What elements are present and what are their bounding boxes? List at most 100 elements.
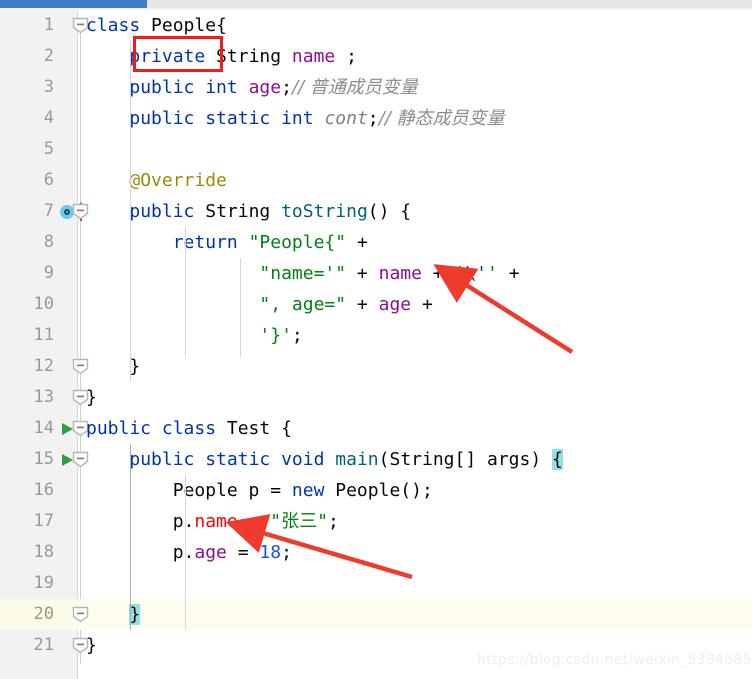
code-token: "name='" — [259, 263, 347, 284]
editor-line[interactable]: 2 private String name ; — [0, 41, 752, 72]
editor-line[interactable]: 20 } — [0, 599, 752, 630]
line-number: 20 — [33, 604, 54, 624]
code-line-text[interactable]: } — [86, 382, 97, 413]
editor-line[interactable]: 13} — [0, 382, 752, 413]
code-token: People p = — [86, 480, 292, 501]
editor-line[interactable]: 9 "name='" + name + '\'' + — [0, 258, 752, 289]
code-line-text[interactable]: } — [86, 630, 97, 661]
code-token: + — [421, 263, 455, 284]
code-token: } — [86, 356, 141, 377]
editor-line[interactable]: 12 } — [0, 351, 752, 382]
code-line-text[interactable]: '}'; — [86, 320, 303, 351]
code-token: ; — [281, 542, 292, 563]
scrollbar-thumb[interactable] — [0, 0, 147, 8]
code-line-text[interactable]: } — [86, 351, 140, 382]
code-token: People(); — [324, 480, 433, 501]
code-token: @Override — [129, 170, 227, 191]
code-token: ; — [291, 325, 303, 346]
code-token: public static int — [129, 108, 314, 129]
code-comment: // 普通成员变量 — [291, 77, 418, 98]
code-token: name — [291, 46, 336, 67]
line-number: 5 — [43, 139, 54, 159]
editor-line[interactable]: 7 public String toString() { — [0, 196, 752, 227]
code-line-text[interactable]: public static int cont;// 静态成员变量 — [86, 103, 504, 134]
code-token: public — [129, 201, 195, 222]
code-editor[interactable]: 1 class People{2 private String name ; 3 p… — [0, 10, 752, 679]
line-number: 2 — [43, 46, 54, 66]
code-token: private — [129, 46, 206, 67]
line-number: 1 — [43, 15, 54, 35]
code-token: } — [86, 635, 97, 656]
editor-line[interactable]: 6 @Override — [0, 165, 752, 196]
editor-line[interactable]: 10 ", age=" + age + — [0, 289, 752, 320]
code-token: People{ — [140, 15, 227, 36]
editor-line[interactable]: 14 public class Test { — [0, 413, 752, 444]
line-number: 15 — [33, 449, 54, 469]
code-line-text[interactable]: } — [86, 599, 141, 630]
code-token: + — [346, 232, 368, 253]
editor-line[interactable]: 16 People p = new People(); — [0, 475, 752, 506]
line-number: 13 — [33, 387, 54, 407]
code-line-text[interactable]: public static void main(String[] args) { — [86, 444, 563, 475]
editor-line[interactable]: 4 public static int cont;// 静态成员变量 — [0, 103, 752, 134]
code-token: age — [194, 542, 227, 563]
code-line-text[interactable]: class People{ — [86, 10, 227, 41]
line-number: 6 — [43, 170, 54, 190]
code-token: Test { — [216, 418, 292, 439]
editor-line[interactable]: 5 — [0, 134, 752, 165]
code-token: "People{" — [248, 232, 347, 253]
code-token: ; — [367, 108, 379, 129]
code-line-text[interactable]: private String name ; — [86, 41, 357, 72]
code-line-text[interactable]: p.name = "张三"; — [86, 506, 339, 537]
code-token: + — [497, 263, 520, 284]
code-token: String — [205, 46, 292, 67]
code-line-text[interactable]: People p = new People(); — [86, 475, 433, 506]
code-token: ' — [487, 263, 498, 284]
line-number: 14 — [33, 418, 54, 438]
code-line-text[interactable]: public class Test { — [86, 413, 292, 444]
code-token: name — [378, 263, 422, 284]
matched-brace: { — [552, 449, 563, 470]
code-token: age — [378, 294, 412, 315]
editor-line[interactable]: 15 public static void main(String[] args… — [0, 444, 752, 475]
code-line-text[interactable]: p.age = 18; — [86, 537, 292, 568]
editor-horizontal-scrollbar[interactable] — [0, 0, 752, 10]
editor-line[interactable]: 18 p.age = 18; — [0, 537, 752, 568]
code-line-text[interactable]: "name='" + name + '\'' + — [86, 258, 520, 289]
code-token: ", age=" — [259, 294, 347, 315]
code-line-text[interactable]: @Override — [86, 165, 227, 196]
editor-line[interactable]: 8 return "People{" + — [0, 227, 752, 258]
code-token: String — [194, 201, 282, 222]
editor-line[interactable]: 17 p.name = "张三"; — [0, 506, 752, 537]
editor-line[interactable]: 11 '}'; — [0, 320, 752, 351]
code-line-text[interactable]: return "People{" + — [86, 227, 368, 258]
code-token: public static void — [129, 449, 325, 470]
code-token: new — [291, 480, 325, 501]
editor-line[interactable]: 1 class People{ — [0, 10, 752, 41]
code-line-text[interactable]: public String toString() { — [86, 196, 411, 227]
editor-line[interactable]: 3 public int age;// 普通成员变量 — [0, 72, 752, 103]
line-number: 12 — [33, 356, 54, 376]
code-token: toString — [281, 201, 368, 222]
code-line-text[interactable]: ", age=" + age + — [86, 289, 433, 320]
code-token: + — [411, 294, 433, 315]
code-token: public class — [86, 418, 217, 439]
code-token: p. — [86, 511, 195, 532]
editor-line[interactable]: 19 — [0, 568, 752, 599]
code-line-text[interactable]: public int age;// 普通成员变量 — [86, 72, 418, 103]
code-token: public int — [129, 77, 238, 98]
code-token: ' — [454, 263, 466, 284]
code-token: (String[] args) — [378, 449, 553, 470]
